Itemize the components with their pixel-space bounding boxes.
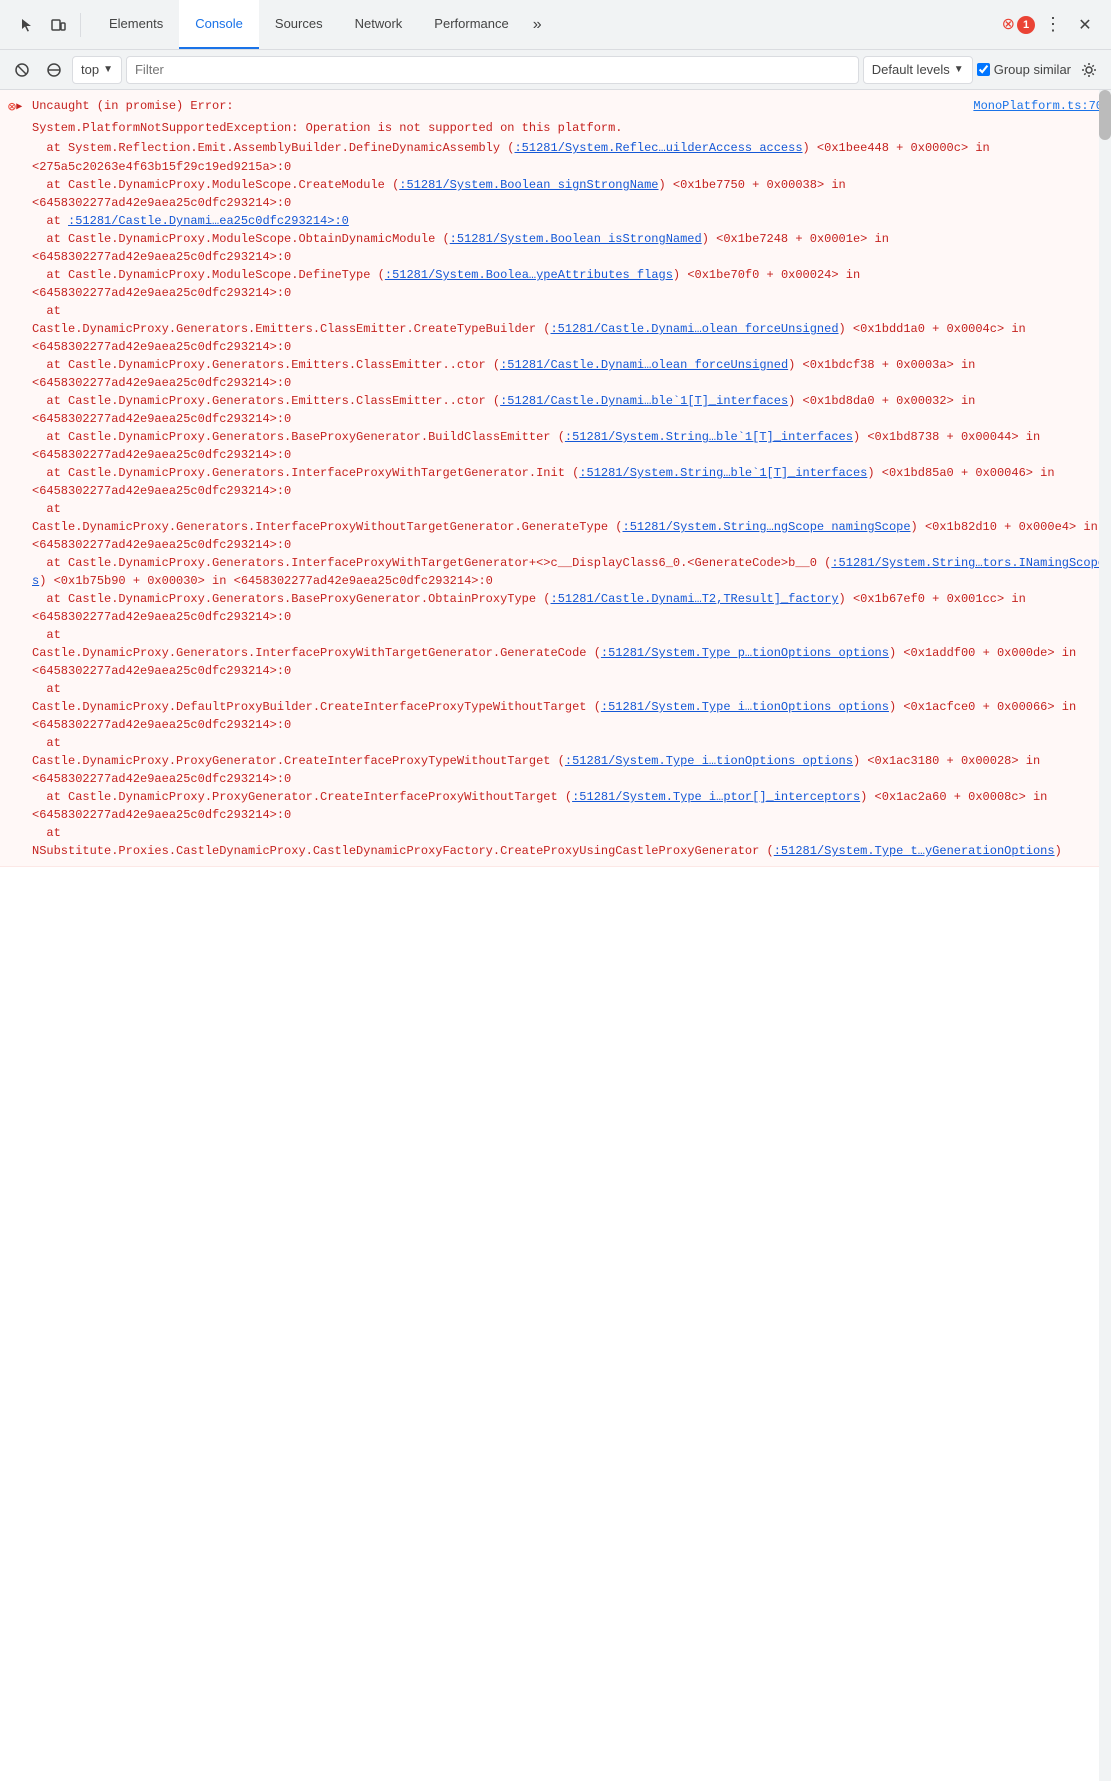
stack-line-1: System.PlatformNotSupportedException: Op… <box>32 118 1111 138</box>
stack-line-31: at <box>32 680 1111 698</box>
clear-console-button[interactable] <box>8 56 36 84</box>
stack-line-21: <6458302277ad42e9aea25c0dfc293214>:0 <box>32 482 1111 500</box>
context-selector[interactable]: top ▼ <box>72 56 122 84</box>
stack-line-33: <6458302277ad42e9aea25c0dfc293214>:0 <box>32 716 1111 734</box>
stack-line-36: <6458302277ad42e9aea25c0dfc293214>:0 <box>32 770 1111 788</box>
link-6[interactable]: :51281/Castle.Dynami…olean forceUnsigned <box>550 322 838 336</box>
link-14[interactable]: :51281/System.Type p…tionOptions options <box>601 646 889 660</box>
stack-line-14: at Castle.DynamicProxy.Generators.Emitte… <box>32 356 1111 374</box>
error-header-text: Uncaught (in promise) Error: <box>32 97 234 115</box>
error-header-content: Uncaught (in promise) Error: MonoPlatfor… <box>32 97 1103 115</box>
stack-line-23: Castle.DynamicProxy.Generators.Interface… <box>32 518 1111 536</box>
stack-line-24: <6458302277ad42e9aea25c0dfc293214>:0 <box>32 536 1111 554</box>
stack-line-37: at Castle.DynamicProxy.ProxyGenerator.Cr… <box>32 788 1111 806</box>
link-1[interactable]: :51281/System.Reflec…uilderAccess access <box>514 141 802 155</box>
console-output: ⊗ ▶ Uncaught (in promise) Error: MonoPla… <box>0 90 1111 1770</box>
stack-line-13: <6458302277ad42e9aea25c0dfc293214>:0 <box>32 338 1111 356</box>
tabs-list: Elements Console Sources Network Perform… <box>93 0 994 49</box>
error-header-line: ⊗ ▶ Uncaught (in promise) Error: MonoPla… <box>0 96 1111 118</box>
levels-dropdown[interactable]: Default levels ▼ <box>863 56 973 84</box>
group-similar-checkbox-label[interactable]: Group similar <box>977 62 1071 77</box>
error-entry: ⊗ ▶ Uncaught (in promise) Error: MonoPla… <box>0 90 1111 867</box>
stack-line-3: <275a5c20263e4f63b15f29c19ed9215a>:0 <box>32 158 1111 176</box>
stack-line-8: <6458302277ad42e9aea25c0dfc293214>:0 <box>32 248 1111 266</box>
link-11[interactable]: :51281/System.String…ngScope namingScope <box>623 520 911 534</box>
console-toolbar: top ▼ Default levels ▼ Group similar <box>0 50 1111 90</box>
link-15[interactable]: :51281/System.Type i…tionOptions options <box>601 700 889 714</box>
stack-line-22: at <box>32 500 1111 518</box>
stack-line-38: <6458302277ad42e9aea25c0dfc293214>:0 <box>32 806 1111 824</box>
stack-line-17: <6458302277ad42e9aea25c0dfc293214>:0 <box>32 410 1111 428</box>
stack-line-12: Castle.DynamicProxy.Generators.Emitters.… <box>32 320 1111 338</box>
stack-line-20: at Castle.DynamicProxy.Generators.Interf… <box>32 464 1111 482</box>
stack-line-2: at System.Reflection.Emit.AssemblyBuilde… <box>32 138 1111 158</box>
link-12[interactable]: :51281/System.String…tors.INamingScope s <box>32 556 1111 588</box>
filter-input[interactable] <box>126 56 859 84</box>
error-line-icon: ⊗ ▶ <box>0 97 32 117</box>
stack-line-6: at :51281/Castle.Dynami…ea25c0dfc293214>… <box>32 212 1111 230</box>
error-count-badge: 1 <box>1017 16 1035 34</box>
stack-line-16: at Castle.DynamicProxy.Generators.Emitte… <box>32 392 1111 410</box>
link-3[interactable]: :51281/Castle.Dynami…ea25c0dfc293214>:0 <box>68 214 349 228</box>
stack-line-25: at Castle.DynamicProxy.Generators.Interf… <box>32 554 1111 590</box>
separator <box>80 13 81 37</box>
link-2[interactable]: :51281/System.Boolean signStrongName <box>399 178 658 192</box>
stack-line-29: Castle.DynamicProxy.Generators.Interface… <box>32 644 1111 662</box>
stack-line-9: at Castle.DynamicProxy.ModuleScope.Defin… <box>32 266 1111 284</box>
more-options-icon[interactable]: ⋮ <box>1039 11 1067 39</box>
stack-line-15: <6458302277ad42e9aea25c0dfc293214>:0 <box>32 374 1111 392</box>
stack-line-32: Castle.DynamicProxy.DefaultProxyBuilder.… <box>32 698 1111 716</box>
stack-line-5: <6458302277ad42e9aea25c0dfc293214>:0 <box>32 194 1111 212</box>
more-tabs-button[interactable]: » <box>525 16 550 34</box>
stack-line-34: at <box>32 734 1111 752</box>
scrollbar-thumb[interactable] <box>1099 90 1111 140</box>
tab-elements[interactable]: Elements <box>93 0 179 49</box>
expand-triangle[interactable]: ▶ <box>16 99 22 117</box>
stack-line-35: Castle.DynamicProxy.ProxyGenerator.Creat… <box>32 752 1111 770</box>
tab-sources[interactable]: Sources <box>259 0 339 49</box>
tab-network[interactable]: Network <box>339 0 419 49</box>
settings-icon[interactable] <box>1075 56 1103 84</box>
stack-line-7: at Castle.DynamicProxy.ModuleScope.Obtai… <box>32 230 1111 248</box>
stack-line-30: <6458302277ad42e9aea25c0dfc293214>:0 <box>32 662 1111 680</box>
stack-line-10: <6458302277ad42e9aea25c0dfc293214>:0 <box>32 284 1111 302</box>
devtools-tab-bar: Elements Console Sources Network Perform… <box>0 0 1111 50</box>
link-5[interactable]: :51281/System.Boolea…ypeAttributes flags <box>385 268 673 282</box>
tab-console[interactable]: Console <box>179 0 259 49</box>
stack-line-28: at <box>32 626 1111 644</box>
link-7[interactable]: :51281/Castle.Dynami…olean forceUnsigned <box>500 358 788 372</box>
stack-line-26: at Castle.DynamicProxy.Generators.BasePr… <box>32 590 1111 608</box>
link-10[interactable]: :51281/System.String…ble`1[T]_interfaces <box>579 466 867 480</box>
cursor-icon[interactable] <box>12 11 40 39</box>
stack-line-19: <6458302277ad42e9aea25c0dfc293214>:0 <box>32 446 1111 464</box>
stack-line-27: <6458302277ad42e9aea25c0dfc293214>:0 <box>32 608 1111 626</box>
group-similar-checkbox[interactable] <box>977 63 990 76</box>
stack-line-4: at Castle.DynamicProxy.ModuleScope.Creat… <box>32 176 1111 194</box>
link-18[interactable]: :51281/System.Type t…yGenerationOptions <box>774 844 1055 858</box>
scrollbar-track <box>1099 90 1111 1770</box>
link-8[interactable]: :51281/Castle.Dynami…ble`1[T]_interfaces <box>500 394 788 408</box>
error-badge-group[interactable]: ⊗ 1 <box>1002 16 1035 34</box>
device-icon[interactable] <box>44 11 72 39</box>
error-source-link[interactable]: MonoPlatform.ts:70 <box>973 97 1103 115</box>
error-stack-trace: System.PlatformNotSupportedException: Op… <box>0 118 1111 860</box>
link-9[interactable]: :51281/System.String…ble`1[T]_interfaces <box>565 430 853 444</box>
tab-action-group: ⊗ 1 ⋮ ✕ <box>994 11 1107 39</box>
chevron-down-icon: ▼ <box>103 64 113 75</box>
stack-line-11: at <box>32 302 1111 320</box>
tab-icon-group <box>4 11 93 39</box>
levels-chevron-icon: ▼ <box>954 64 964 75</box>
link-16[interactable]: :51281/System.Type i…tionOptions options <box>565 754 853 768</box>
link-13[interactable]: :51281/Castle.Dynami…T2,TResult]_factory <box>551 592 839 606</box>
stack-line-18: at Castle.DynamicProxy.Generators.BasePr… <box>32 428 1111 446</box>
link-4[interactable]: :51281/System.Boolean isStrongNamed <box>450 232 702 246</box>
error-circle-icon: ⊗ <box>1002 17 1015 33</box>
link-17[interactable]: :51281/System.Type i…ptor[]_interceptors <box>572 790 860 804</box>
close-icon[interactable]: ✕ <box>1071 11 1099 39</box>
block-icon[interactable] <box>40 56 68 84</box>
stack-line-40: NSubstitute.Proxies.CastleDynamicProxy.C… <box>32 842 1111 860</box>
tab-performance[interactable]: Performance <box>418 0 524 49</box>
error-circle-icon2: ⊗ <box>8 99 16 117</box>
stack-line-39: at <box>32 824 1111 842</box>
